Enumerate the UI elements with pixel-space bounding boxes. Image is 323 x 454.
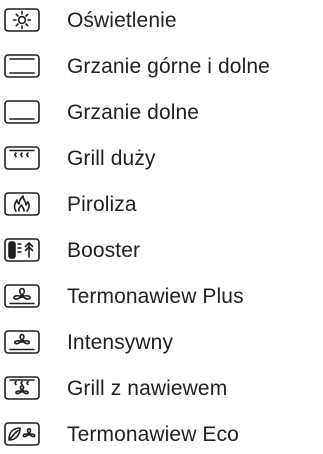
legend-label: Termonawiew Eco xyxy=(67,423,239,446)
light-icon xyxy=(4,8,40,32)
legend-item-fan-grill: Grill z nawiewem xyxy=(4,373,322,403)
legend-label: Grzanie dolne xyxy=(67,101,200,124)
legend-label: Termonawiew Plus xyxy=(67,285,244,308)
bottom-heat-icon xyxy=(4,100,40,124)
legend-item-light: Oświetlenie xyxy=(4,5,322,35)
booster-icon xyxy=(4,238,40,262)
legend-label: Piroliza xyxy=(67,193,137,216)
oven-functions-legend: Oświetlenie Grzanie górne i dolne Grzani… xyxy=(0,0,323,454)
legend-item-fan-eco: Termonawiew Eco xyxy=(4,419,322,449)
fan-eco-icon xyxy=(4,422,40,446)
legend-item-pyrolysis: Piroliza xyxy=(4,189,322,219)
fan-plus-icon xyxy=(4,284,40,308)
legend-label: Grill z nawiewem xyxy=(67,377,228,400)
legend-item-grill-large: Grill duży xyxy=(4,143,322,173)
legend-item-booster: Booster xyxy=(4,235,322,265)
legend-label: Oświetlenie xyxy=(67,9,177,32)
legend-item-fan-plus: Termonawiew Plus xyxy=(4,281,322,311)
intensive-fan-icon xyxy=(4,330,40,354)
legend-label: Grill duży xyxy=(67,147,156,170)
legend-item-top-bottom-heat: Grzanie górne i dolne xyxy=(4,51,322,81)
grill-large-icon xyxy=(4,146,40,170)
legend-item-intensive: Intensywny xyxy=(4,327,322,357)
legend-label: Booster xyxy=(67,239,141,262)
legend-label: Intensywny xyxy=(67,331,174,354)
legend-item-bottom-heat: Grzanie dolne xyxy=(4,97,322,127)
top-bottom-heat-icon xyxy=(4,54,40,78)
fan-grill-icon xyxy=(4,376,40,400)
pyrolysis-icon xyxy=(4,192,40,216)
legend-label: Grzanie górne i dolne xyxy=(67,55,270,78)
